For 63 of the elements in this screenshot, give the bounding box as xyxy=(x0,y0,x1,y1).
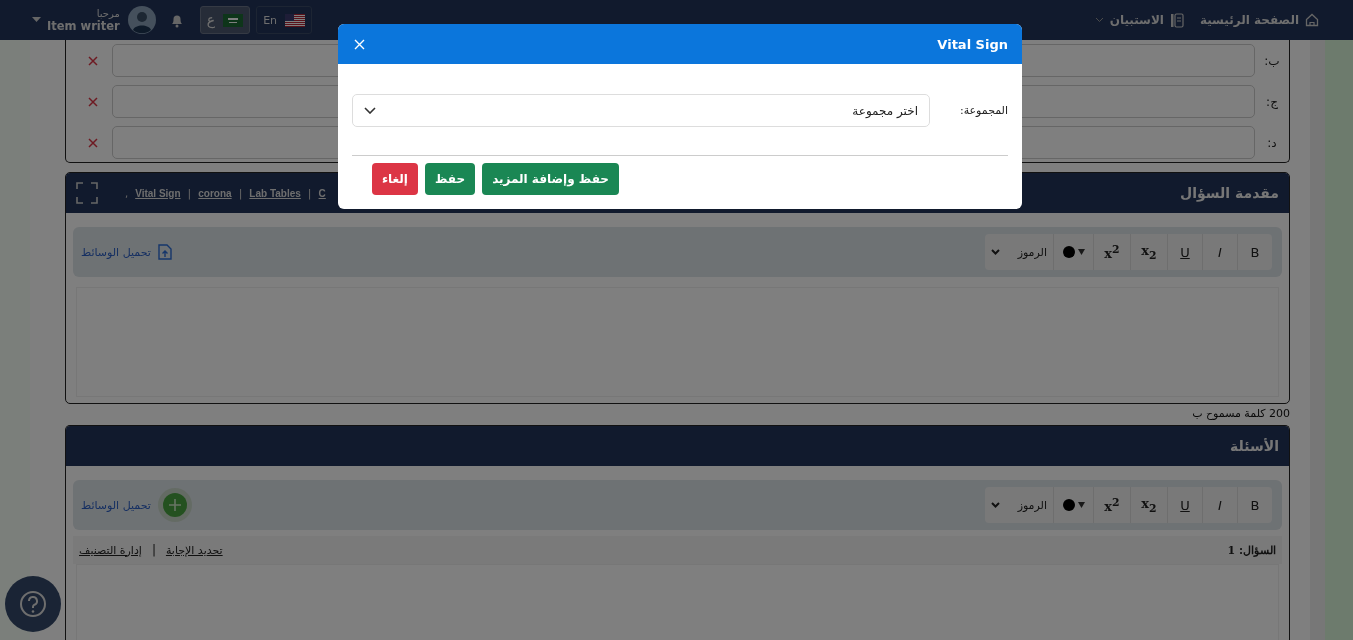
upload-media-link[interactable]: تحميل الوسائط xyxy=(81,244,172,260)
upload-media-link[interactable]: تحميل الوسائط xyxy=(81,488,192,522)
format-button[interactable]: x$^{2}$ xyxy=(1093,234,1130,270)
word-limit-text: 200 كلمة مسموح ب xyxy=(1191,407,1290,421)
help-icon xyxy=(18,589,48,619)
format-button[interactable]: I xyxy=(1202,487,1237,523)
separator: | xyxy=(151,543,156,557)
symbols-dropdown[interactable]: الرموز xyxy=(985,234,1053,270)
plus-circle-icon xyxy=(157,488,192,522)
group-select[interactable]: اختر مجموعة xyxy=(352,94,930,127)
language-button[interactable]: En xyxy=(256,6,313,34)
color-swatch-icon xyxy=(1062,498,1085,512)
language-button[interactable]: ع xyxy=(199,6,251,34)
format-button[interactable]: I xyxy=(1202,234,1237,270)
remove-icon xyxy=(88,96,98,107)
separator: | xyxy=(187,186,192,200)
avatar-icon xyxy=(127,6,156,34)
save-button[interactable]: حفظ xyxy=(425,163,476,195)
saudi-flag-icon xyxy=(223,13,244,27)
option-label: د: xyxy=(1266,135,1278,150)
option-label: ج: xyxy=(1265,94,1279,109)
section-title: مقدمة السؤال xyxy=(1180,185,1279,201)
tag-link[interactable]: C xyxy=(318,187,326,199)
fullscreen-icon xyxy=(76,182,98,204)
question-link[interactable]: إدارة التصنيف xyxy=(79,543,142,557)
format-button[interactable]: x$^{2}$ xyxy=(1093,487,1130,523)
greeting-text: مرحبا xyxy=(96,7,120,20)
close-icon xyxy=(354,38,365,50)
remove-icon xyxy=(88,55,98,66)
tag-link[interactable]: corona xyxy=(198,187,232,199)
question-link[interactable]: تحديد الإجابة xyxy=(165,543,223,557)
separator: | xyxy=(238,186,243,200)
cancel-button[interactable]: إلغاء xyxy=(371,163,418,195)
format-button[interactable]: x$_{2}$ xyxy=(1130,234,1167,270)
symbols-dropdown[interactable]: الرموز xyxy=(985,487,1053,523)
caret-icon xyxy=(32,17,41,23)
user-name: Item writer xyxy=(47,20,120,33)
format-button[interactable]: U xyxy=(1167,234,1202,270)
modal-title: Vital Sign xyxy=(937,36,1008,52)
format-button[interactable]: B xyxy=(1237,487,1272,523)
nav-link[interactable]: الصفحة الرئيسية xyxy=(1199,13,1319,27)
nav-link[interactable]: الاستبيان xyxy=(1094,12,1184,28)
file-upload-icon xyxy=(157,244,172,260)
save-button[interactable]: حفظ وإضافة المزيد xyxy=(482,163,619,195)
us-flag-icon xyxy=(285,13,306,27)
chevron-down-icon xyxy=(991,249,1000,255)
home-icon xyxy=(1305,13,1319,27)
color-swatch-icon xyxy=(1062,245,1085,259)
option-label: ب: xyxy=(1263,53,1281,68)
format-button[interactable]: x$_{2}$ xyxy=(1130,487,1167,523)
chevron-down-icon xyxy=(991,502,1000,508)
separator: | xyxy=(307,186,312,200)
question-number: السؤال: 1 xyxy=(1227,543,1276,557)
tag-link[interactable]: Lab Tables xyxy=(249,187,301,199)
comma-mark: , xyxy=(125,187,129,199)
format-button[interactable]: B xyxy=(1237,234,1272,270)
tag-link[interactable]: Vital Sign xyxy=(135,187,181,199)
chevron-down-icon xyxy=(364,107,376,114)
field-label: المجموعة: xyxy=(958,104,1008,117)
book-icon xyxy=(1169,12,1184,28)
remove-icon xyxy=(88,137,98,148)
format-button[interactable]: U xyxy=(1167,487,1202,523)
section-title: الأسئلة xyxy=(1230,438,1279,454)
